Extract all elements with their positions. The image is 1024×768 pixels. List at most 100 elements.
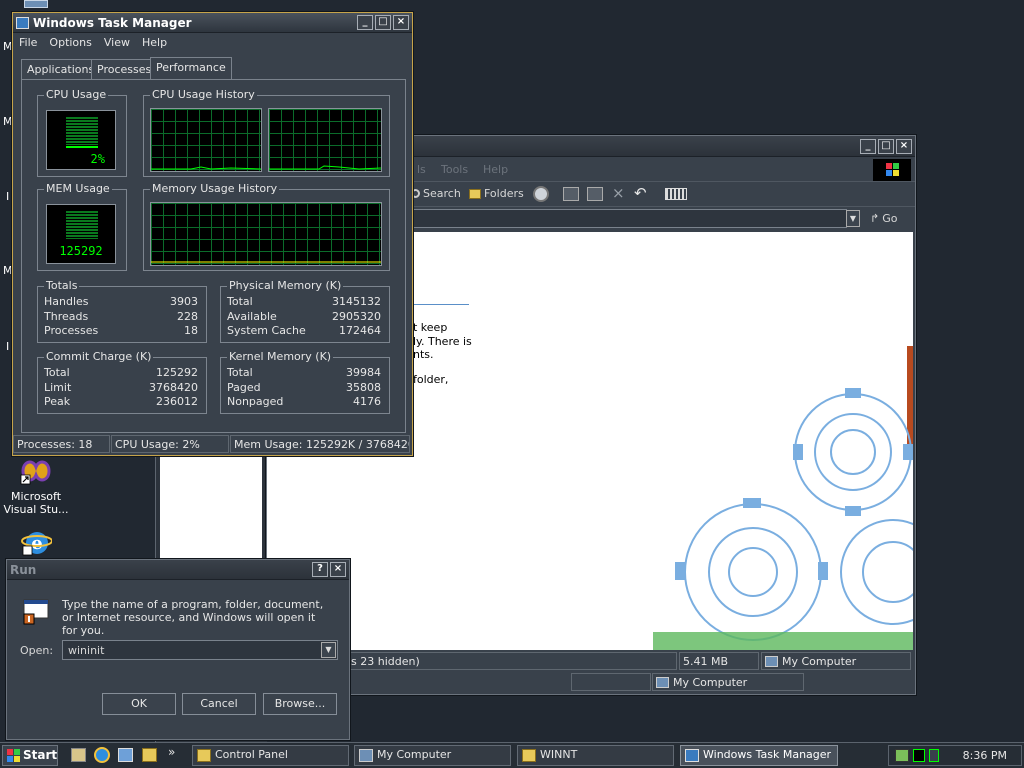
menu-help[interactable]: Help <box>142 36 167 49</box>
maximize-button[interactable]: □ <box>375 15 391 30</box>
row-label: Handles <box>44 295 89 308</box>
tab-performance[interactable]: Performance <box>150 57 232 79</box>
quick-launch-overflow-icon[interactable]: » <box>168 745 175 759</box>
totals-label: Totals <box>44 279 80 292</box>
history-icon[interactable] <box>533 186 549 202</box>
task-manager-tray-icon[interactable] <box>913 749 925 762</box>
run-description: Type the name of a program, folder, docu… <box>62 598 324 637</box>
cpu-meter-fill <box>66 146 98 148</box>
physical-row-total: Total 3145132 <box>227 295 381 310</box>
commit-charge-label: Commit Charge (K) <box>44 350 154 363</box>
copy-to-icon[interactable] <box>587 187 603 201</box>
task-windows-task-manager[interactable]: Windows Task Manager <box>680 745 838 766</box>
mem-usage-group: MEM Usage 125292 <box>37 182 127 271</box>
menu-options[interactable]: Options <box>49 36 91 49</box>
kernel-row-total: Total 39984 <box>227 366 381 381</box>
monitor-tray-icon[interactable] <box>929 749 939 762</box>
task-manager-icon <box>16 16 29 29</box>
commit-row-peak: Peak 236012 <box>44 395 198 410</box>
open-dropdown-button[interactable]: ▼ <box>321 642 336 658</box>
row-label: Total <box>227 295 253 308</box>
cancel-button[interactable]: Cancel <box>182 693 256 715</box>
status-empty <box>571 673 651 691</box>
menu-item-help[interactable]: Help <box>483 163 508 176</box>
close-button[interactable]: × <box>896 138 912 154</box>
move-to-icon[interactable] <box>563 187 579 201</box>
desktop-icon-visual-studio[interactable]: Microsoft Visual Stu... <box>1 455 71 516</box>
status-mem: Mem Usage: 125292K / 3768420K <box>230 435 410 453</box>
commit-row-total: Total 125292 <box>44 366 198 381</box>
cpu-usage-value: 2% <box>90 152 105 166</box>
show-desktop-icon[interactable] <box>71 748 86 762</box>
task-control-panel[interactable]: Control Panel <box>192 745 349 766</box>
totals-row-threads: Threads 228 <box>44 310 198 325</box>
windows-flag-icon <box>7 749 20 762</box>
row-label: Processes <box>44 324 99 337</box>
task-manager-window: Windows Task Manager _ □ × File Options … <box>12 12 413 456</box>
tab-processes[interactable]: Processes <box>91 59 158 79</box>
explorer-statusbar-2: My Computer <box>267 673 915 693</box>
cpu-history-group: CPU Usage History <box>143 88 390 177</box>
search-button[interactable]: Search <box>411 187 461 200</box>
cpu-history-graph-1 <box>150 108 262 172</box>
status-location-2: My Computer <box>652 673 804 691</box>
row-value: 3145132 <box>332 295 381 308</box>
cpu-history-graph-2 <box>268 108 382 172</box>
minimize-button[interactable]: _ <box>357 15 373 30</box>
menu-view[interactable]: View <box>104 36 130 49</box>
browse-button[interactable]: Browse... <box>263 693 337 715</box>
ok-button[interactable]: OK <box>102 693 176 715</box>
run-titlebar: Run ? × <box>7 560 349 580</box>
task-my-computer[interactable]: My Computer <box>354 745 511 766</box>
memory-history-graph <box>150 202 382 266</box>
maximize-button[interactable]: □ <box>878 138 894 154</box>
desktop-icon-letter: I <box>6 190 10 203</box>
task-label: WINNT <box>540 748 578 761</box>
tab-applications[interactable]: Applications <box>21 59 101 79</box>
task-label: My Computer <box>377 748 452 761</box>
totals-row-processes: Processes 18 <box>44 324 198 339</box>
address-dropdown-button[interactable]: ▼ <box>846 210 860 227</box>
undo-icon[interactable]: ↶ <box>634 184 647 202</box>
task-label: Windows Task Manager <box>703 748 832 761</box>
commit-row-limit: Limit 3768420 <box>44 381 198 396</box>
task-manager-title: Windows Task Manager <box>33 15 192 30</box>
row-value: 18 <box>184 324 198 337</box>
row-label: Threads <box>44 309 89 323</box>
outlook-quick-launch-icon[interactable] <box>118 748 133 762</box>
views-icon[interactable] <box>665 188 687 200</box>
close-button[interactable]: × <box>330 562 346 577</box>
desktop-icon-ie[interactable]: e <box>1 527 71 559</box>
network-tray-icon[interactable] <box>895 749 909 762</box>
menu-item[interactable]: ls <box>417 163 426 176</box>
menu-file[interactable]: File <box>19 36 37 49</box>
folders-button[interactable]: Folders <box>469 187 524 200</box>
start-button[interactable]: Start <box>2 745 58 766</box>
cpu-usage-group: CPU Usage 2% <box>37 88 127 177</box>
status-objects: s 23 hidden) <box>347 652 677 670</box>
task-winnt[interactable]: WINNT <box>517 745 674 766</box>
explorer-statusbar: s 23 hidden) 5.41 MB My Computer <box>267 652 915 672</box>
ie-quick-launch-icon[interactable] <box>94 747 110 763</box>
clock[interactable]: 8:36 PM <box>963 749 1007 762</box>
status-processes: Processes: 18 <box>13 435 110 453</box>
tab-strip: Applications Processes Performance <box>21 57 406 81</box>
go-button[interactable]: ↱ Go <box>870 212 897 225</box>
mem-usage-meter: 125292 <box>46 204 116 264</box>
explorer-quick-launch-icon[interactable] <box>142 748 157 762</box>
visual-studio-icon <box>20 460 51 485</box>
menu-item-tools[interactable]: Tools <box>441 163 468 176</box>
desktop-icon-label: Microsoft Visual Stu... <box>3 490 69 516</box>
physical-row-available: Available 2905320 <box>227 310 381 325</box>
close-button[interactable]: × <box>393 15 409 30</box>
row-label: Available <box>227 309 277 323</box>
task-manager-menubar: File Options View Help <box>13 33 412 52</box>
physical-row-system-cache: System Cache 172464 <box>227 324 381 339</box>
folder-icon <box>522 749 536 762</box>
help-button[interactable]: ? <box>312 562 328 577</box>
minimize-button[interactable]: _ <box>860 138 876 154</box>
row-value: 4176 <box>353 395 381 408</box>
desktop-icon-partial[interactable] <box>24 0 48 8</box>
delete-icon[interactable]: × <box>612 184 625 202</box>
open-input[interactable]: wininit ▼ <box>62 640 338 660</box>
